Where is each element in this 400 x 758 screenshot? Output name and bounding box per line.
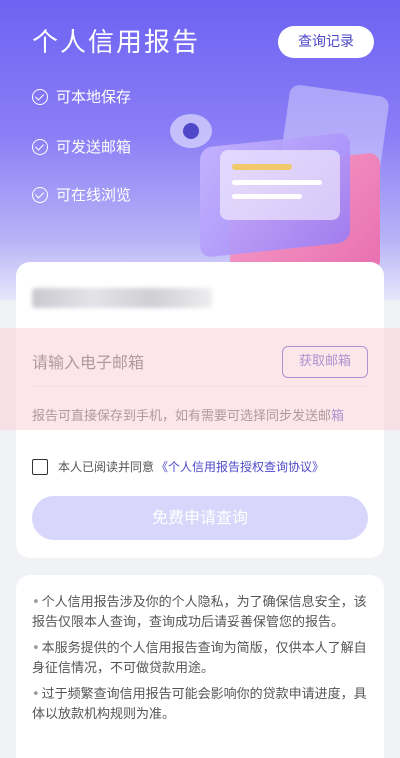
query-form-card: 获取邮箱 报告可直接保存到手机，如有需要可选择同步发送邮箱 本人已阅读并同意 《…	[16, 262, 384, 558]
email-input[interactable]	[32, 352, 262, 372]
check-circle-icon	[32, 186, 48, 203]
agree-text: 本人已阅读并同意	[58, 460, 155, 474]
note-item: • 过于频繁查询信用报告可能会影响你的贷款申请进度，具体以放款机构规则为准。	[32, 687, 367, 722]
feature-label: 可在线浏览	[56, 186, 132, 204]
feature-view-online: 可在线浏览	[32, 184, 131, 205]
query-history-button[interactable]: 查询记录	[278, 26, 374, 58]
check-circle-icon	[32, 138, 48, 155]
note-item: • 本服务提供的个人信用报告查询为简版，仅供本人了解自身征信情况，不可做贷款用途。	[32, 641, 367, 676]
get-email-button[interactable]: 获取邮箱	[282, 346, 368, 378]
page-title: 个人信用报告	[32, 28, 201, 58]
agree-checkbox[interactable]	[32, 458, 48, 475]
divider	[32, 386, 368, 387]
document-card-graphic	[220, 150, 340, 220]
email-row: 获取邮箱	[32, 340, 368, 384]
feature-save-local: 可本地保存	[32, 86, 131, 107]
submit-query-button[interactable]: 免费申请查询	[32, 496, 368, 540]
agreement-row: 本人已阅读并同意 《个人信用报告授权查询协议》	[32, 458, 372, 475]
feature-send-email: 可发送邮箱	[32, 136, 131, 157]
hint-body: 报告可直接保存到手机，如有需要可选择同步发送邮	[32, 409, 332, 424]
blurred-name	[32, 288, 212, 308]
user-name-masked	[32, 284, 372, 312]
check-circle-icon	[32, 88, 48, 105]
hint-text: 报告可直接保存到手机，如有需要可选择同步发送邮箱	[32, 408, 372, 426]
feature-label: 可发送邮箱	[56, 138, 132, 156]
hero-banner: 个人信用报告 查询记录 可本地保存 可发送邮箱 可在线浏览	[0, 0, 400, 300]
notes-card: • 个人信用报告涉及你的个人隐私，为了确保信息安全，该报告仅限本人查询，查询成功后…	[16, 575, 384, 758]
hint-link[interactable]: 箱	[331, 409, 344, 424]
feature-label: 可本地保存	[56, 88, 132, 106]
agreement-link[interactable]: 《个人信用报告授权查询协议》	[156, 458, 324, 475]
eye-icon	[170, 114, 212, 148]
note-item: • 个人信用报告涉及你的个人隐私，为了确保信息安全，该报告仅限本人查询，查询成功后…	[32, 595, 367, 630]
